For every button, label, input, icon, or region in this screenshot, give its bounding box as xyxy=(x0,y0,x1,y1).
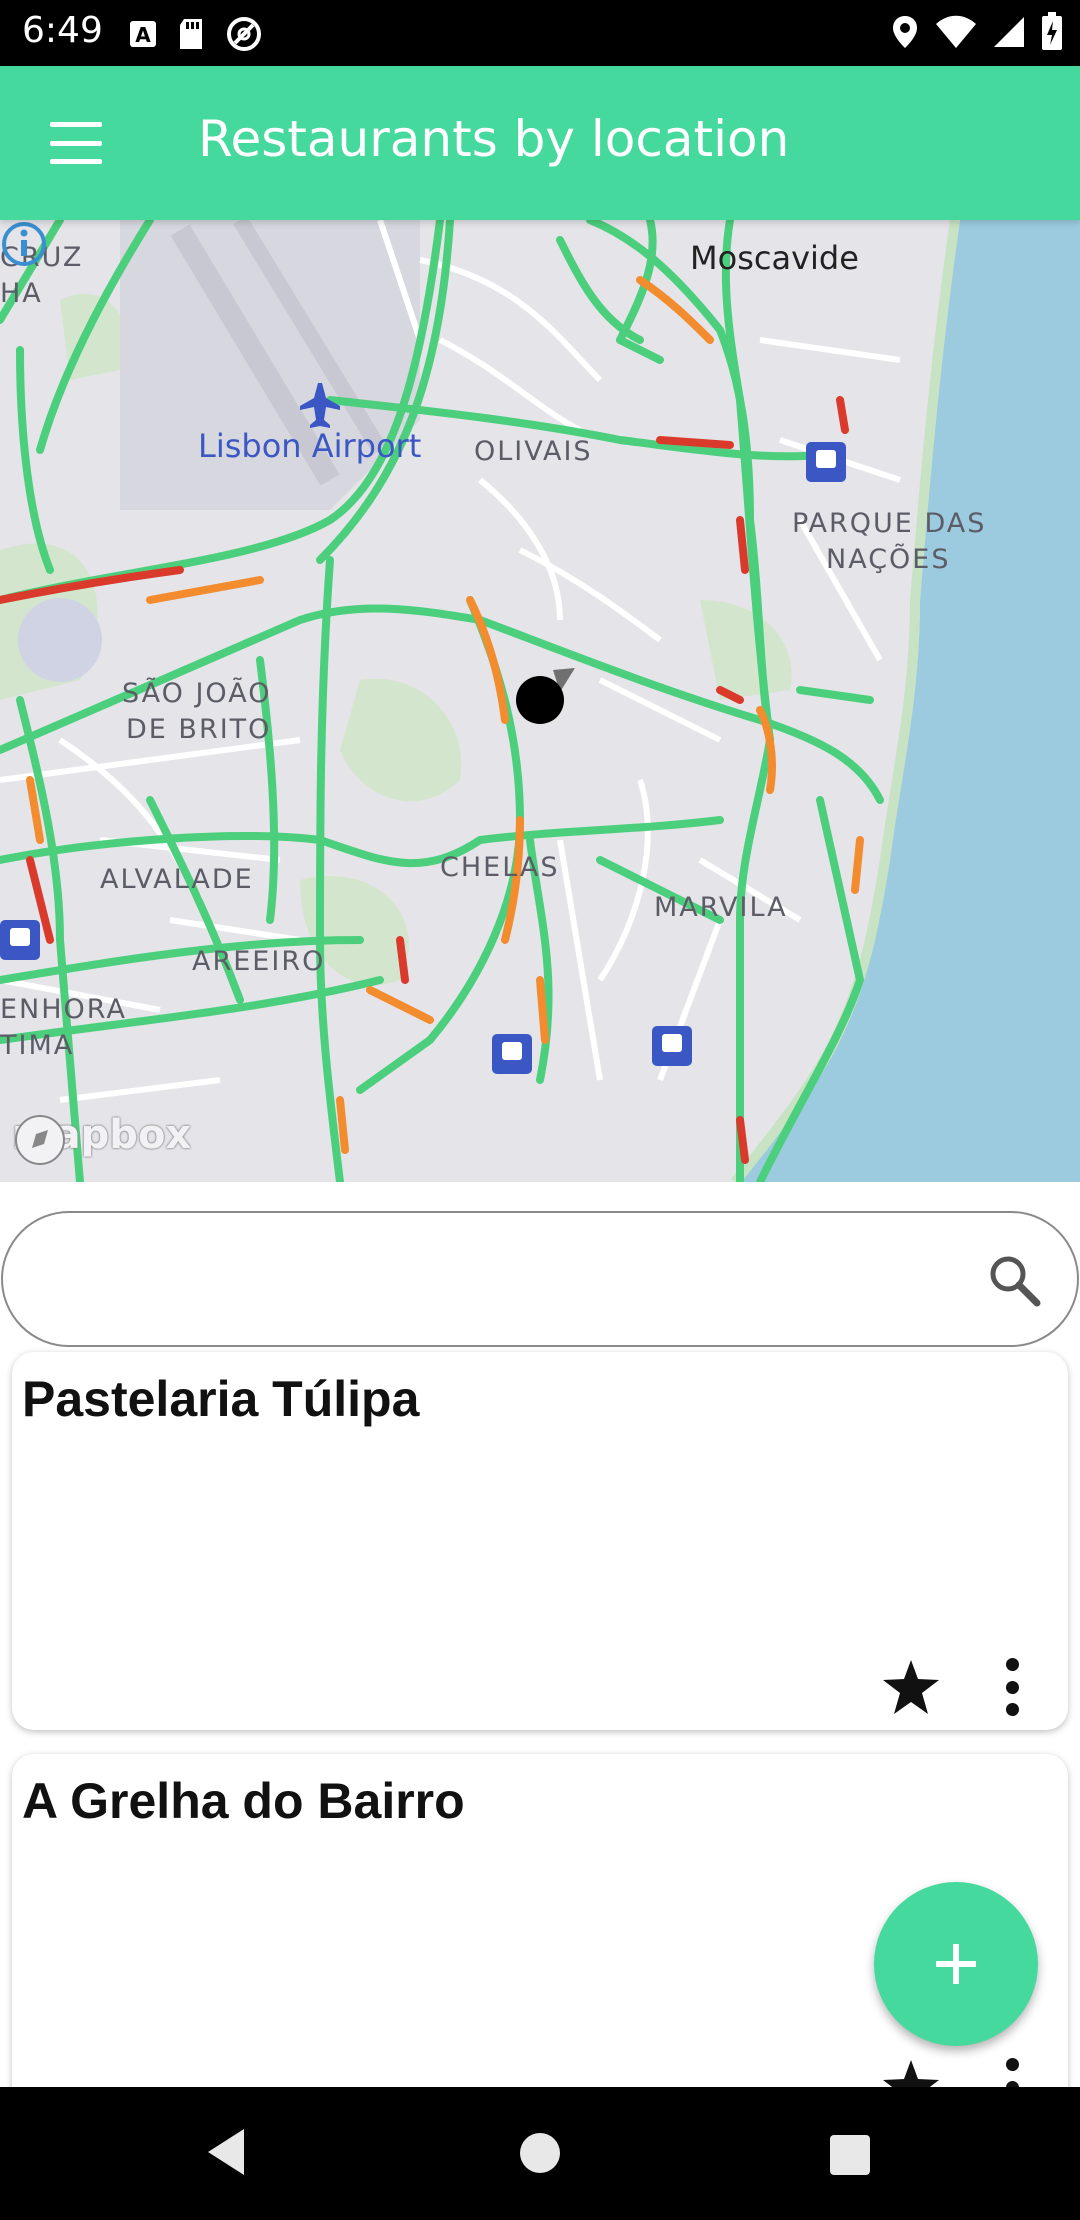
svg-text:A: A xyxy=(135,23,151,47)
text-a-icon: A xyxy=(130,21,156,47)
page-title: Restaurants by location xyxy=(198,110,790,168)
battery-charging-icon xyxy=(1042,12,1062,50)
map-label-tima: TIMA xyxy=(0,1030,75,1061)
restaurant-name: A Grelha do Bairro xyxy=(22,1773,465,1829)
map-label-marvila: MARVILA xyxy=(654,892,788,923)
map-label-enhora: ENHORA xyxy=(0,994,127,1025)
favorite-star-icon[interactable] xyxy=(876,1652,946,1722)
wifi-icon xyxy=(936,15,976,48)
map-label-lisbon-airport: Lisbon Airport xyxy=(198,427,422,465)
recents-icon[interactable] xyxy=(830,2135,870,2175)
mapbox-logo: mapbox xyxy=(12,1112,191,1165)
search-icon[interactable] xyxy=(987,1253,1041,1307)
status-system-icons xyxy=(890,12,1064,52)
map-label-nacoes: NAÇÕES xyxy=(826,544,951,575)
map-view[interactable]: Moscavide CRUZ HA Lisbon Airport OLIVAIS… xyxy=(0,220,1080,1182)
at-sign-icon xyxy=(227,17,261,51)
location-pin-icon xyxy=(893,16,917,48)
map-label-ha: HA xyxy=(0,278,43,309)
plus-icon xyxy=(936,1944,976,1984)
status-bar: 6:49 A xyxy=(0,0,1080,66)
home-icon[interactable] xyxy=(520,2133,560,2173)
status-notification-icons: A xyxy=(128,14,264,54)
system-nav-bar xyxy=(0,2087,1080,2220)
map-label-chelas: CHELAS xyxy=(440,852,560,883)
cell-signal-icon xyxy=(994,17,1024,47)
map-label-de-brito: DE BRITO xyxy=(126,714,272,745)
map-label-areeiro: AREEIRO xyxy=(192,946,326,977)
map-label-olivais: OLIVAIS xyxy=(474,436,593,467)
map-label-sao-joao: SÃO JOÃO xyxy=(122,678,272,709)
map-label-alvalade: ALVALADE xyxy=(100,864,254,895)
map-label-parque-das: PARQUE DAS xyxy=(792,508,987,539)
more-options-icon[interactable] xyxy=(992,1652,1032,1722)
app-bar: Restaurants by location xyxy=(0,66,1080,220)
restaurant-name: Pastelaria Túlipa xyxy=(22,1371,420,1427)
hamburger-menu-icon[interactable] xyxy=(40,116,112,170)
sd-card-icon xyxy=(180,19,202,49)
search-bar xyxy=(1,1211,1079,1347)
info-icon[interactable] xyxy=(0,220,48,268)
add-restaurant-button[interactable] xyxy=(874,1882,1038,2046)
map-label-moscavide: Moscavide xyxy=(690,239,859,277)
mapbox-logo-icon xyxy=(15,1115,65,1165)
status-time: 6:49 xyxy=(22,10,103,51)
search-input[interactable] xyxy=(43,1243,943,1315)
back-icon[interactable] xyxy=(204,2127,248,2177)
restaurant-card[interactable]: Pastelaria Túlipa xyxy=(12,1352,1068,1730)
